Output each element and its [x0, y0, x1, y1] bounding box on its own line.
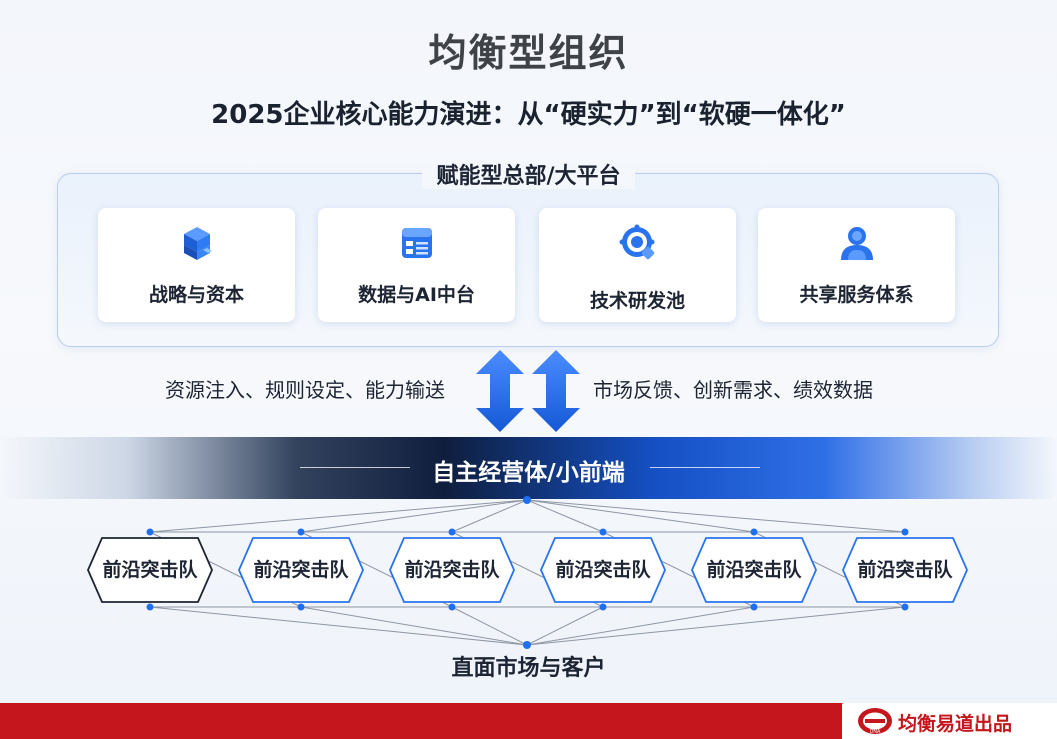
team-hexagon: 前沿突击队 — [690, 534, 818, 606]
team-label: 前沿突击队 — [555, 559, 651, 581]
front-end-title: 自主经营体/小前端 — [432, 460, 625, 486]
flow-up-text: 市场反馈、创新需求、绩效数据 — [593, 378, 873, 402]
card-tech-rd: 技术研发池 — [539, 208, 736, 322]
user-icon — [841, 227, 873, 260]
card-strategy-capital: 战略与资本 — [98, 208, 295, 322]
team-label: 前沿突击队 — [857, 559, 953, 581]
team-label: 前沿突击队 — [253, 559, 349, 581]
customer-label: 直面市场与客户 — [451, 656, 606, 681]
team-hexagon: 前沿突击队 — [841, 534, 969, 606]
headquarters-title: 赋能型总部/大平台 — [0, 158, 1057, 190]
page-subtitle: 2025企业核心能力演进：从“硬实力”到“软硬一体化” — [211, 100, 846, 130]
team-label: 前沿突击队 — [404, 559, 500, 581]
card-label: 共享服务体系 — [799, 284, 914, 306]
team-label: 前沿突击队 — [706, 559, 802, 581]
team-hexagon: 前沿突击队 — [539, 534, 667, 606]
brand-logo-icon: DNA — [858, 708, 892, 735]
team-hexagon: 前沿突击队 — [86, 534, 214, 606]
card-data-ai: 数据与AI中台 — [318, 208, 515, 322]
card-label: 技术研发池 — [589, 290, 685, 312]
card-label: 战略与资本 — [148, 284, 244, 306]
team-hexagon: 前沿突击队 — [237, 534, 365, 606]
card-label: 数据与AI中台 — [358, 284, 475, 306]
page-title: 均衡型组织 — [428, 31, 629, 75]
database-server-icon — [402, 228, 432, 258]
team-label: 前沿突击队 — [102, 559, 198, 581]
flow-down-text: 资源注入、规则设定、能力输送 — [165, 378, 445, 402]
brand-name: 均衡易道出品 — [898, 713, 1013, 735]
gear-tech-icon — [619, 224, 655, 260]
card-shared-services: 共享服务体系 — [758, 208, 955, 322]
team-hexagon: 前沿突击队 — [388, 534, 516, 606]
brand-logo-text: DNA — [870, 729, 881, 735]
cube-stack-icon — [184, 227, 212, 260]
bidirectional-arrows-icon — [476, 350, 580, 432]
